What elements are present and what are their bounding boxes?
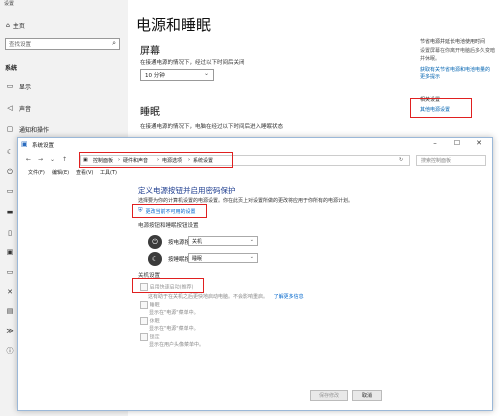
sleep-option-desc: 显示在"电源"菜单中。	[149, 310, 199, 316]
menu-edit[interactable]: 编辑(E)	[52, 169, 69, 176]
tip-link-2[interactable]: 更多提示	[420, 73, 440, 80]
power-icon: ⏻	[7, 167, 13, 176]
sleep-button-select[interactable]: 睡眠 ⌄	[188, 253, 258, 263]
lock-option-desc: 显示在用户头像菜单中。	[149, 342, 205, 348]
screen-timeout-select[interactable]: 10 分钟 ⌄	[140, 69, 214, 81]
sidebar-item-label: 显示	[19, 83, 32, 91]
home-icon: ⌂	[6, 22, 10, 29]
window-title: 设置	[4, 1, 15, 7]
hibernate-option-desc: 显示在"电源"菜单中。	[149, 326, 199, 332]
menu-view[interactable]: 查看(V)	[76, 169, 93, 176]
multitask-icon: ▣	[6, 248, 14, 256]
highlight-box-breadcrumb	[79, 152, 233, 168]
save-button[interactable]: 保存修改	[310, 390, 348, 401]
sleep-option-row[interactable]: 睡眠	[140, 301, 160, 309]
menu-file[interactable]: 文件(F)	[28, 169, 45, 176]
sidebar-group-title: 系统	[5, 65, 18, 72]
screen-timeout-value: 10 分钟	[145, 73, 165, 79]
sleep-heading: 睡眠	[140, 107, 160, 118]
cp-description: 选择要为你的计算机设置的电源设置。你在此页上对设置所做的更改将应用于你所有的电源…	[138, 198, 354, 204]
screen-description: 在接通电源的情况下，经过以下时间后关闭	[140, 60, 245, 66]
page-title: 电源和睡眠	[136, 16, 212, 34]
search-placeholder: 查找设置	[9, 42, 32, 48]
buttons-section-title: 电源按钮和睡眠按钮设置	[138, 223, 199, 229]
tip-title: 节省电源并延长电池使用时间	[420, 39, 486, 45]
chevron-down-icon[interactable]: ⌄	[50, 156, 55, 163]
chevron-down-icon: ⌄	[249, 254, 254, 260]
sidebar-item[interactable]: ◁ 声音	[6, 103, 31, 113]
tablet-icon: ▯	[8, 229, 12, 237]
battery-icon: ▭	[6, 187, 14, 195]
title-bar: ▣ 系统设置 – ☐ ✕	[18, 138, 492, 153]
fast-startup-desc: 这有助于在关机之后更快地启动电脑。不会影响重启。	[148, 294, 269, 300]
chevron-down-icon: ⌄	[203, 70, 209, 77]
cp-heading: 定义电源按钮并启用密码保护	[138, 186, 236, 195]
learn-more-link[interactable]: 了解更多信息	[274, 294, 304, 300]
home-label: 主页	[12, 23, 25, 30]
fast-startup-label: 启用快速启动(推荐)	[149, 284, 194, 291]
remote-icon: ≫	[6, 327, 14, 335]
moon-icon: ☾	[6, 148, 14, 156]
change-settings-row[interactable]: ⛨ 更改当前不可用的设置	[138, 207, 196, 215]
about-icon: ⓘ	[6, 347, 14, 355]
tip-text-2: 并休眠。	[420, 56, 441, 62]
storage-icon: ▬	[6, 208, 14, 216]
menu-tools[interactable]: 工具(T)	[100, 169, 117, 176]
cancel-button[interactable]: 取消	[352, 390, 382, 401]
monitor-icon: ▭	[6, 82, 14, 90]
screen-heading: 屏幕	[140, 46, 160, 57]
fast-startup-desc-row: 这有助于在关机之后更快地启动电脑。不会影响重启。 了解更多信息	[148, 293, 304, 300]
minimize-icon[interactable]: –	[424, 139, 446, 147]
power-button-value: 关机	[192, 239, 203, 245]
sidebar-home[interactable]: ⌂ 主页	[6, 21, 25, 30]
close-icon[interactable]: ✕	[468, 139, 490, 147]
chevron-down-icon: ⌄	[249, 237, 254, 243]
change-unavailable-settings-link[interactable]: 更改当前不可用的设置	[146, 208, 196, 215]
refresh-icon[interactable]: ↻	[399, 157, 403, 163]
tip-text-1: 设置屏幕在你离开电脑后多久变暗	[420, 48, 496, 54]
other-power-settings-link[interactable]: 其他电源设置	[420, 106, 450, 113]
power-button-select[interactable]: 关机 ⌄	[188, 236, 258, 246]
power-icon: ⏻	[148, 235, 162, 249]
shield-icon: ⛨	[138, 207, 143, 214]
lock-option-row[interactable]: 锁定	[140, 333, 160, 341]
maximize-icon[interactable]: ☐	[446, 139, 468, 147]
up-icon[interactable]: ↑	[62, 156, 67, 163]
settings-search-input[interactable]: 查找设置 ⌕	[5, 38, 120, 50]
sleep-checkbox[interactable]	[140, 301, 148, 309]
sidebar-item-label: 声音	[19, 105, 32, 113]
sleep-description: 在接通电源的情况下，电脑在经过以下时间后进入睡眠状态	[140, 124, 284, 130]
project-icon: ▭	[6, 268, 14, 276]
clipboard-icon: ▤	[6, 307, 14, 315]
lock-option-label: 锁定	[149, 334, 160, 341]
hibernate-option-row[interactable]: 休眠	[140, 317, 160, 325]
fast-startup-row[interactable]: 启用快速启动(推荐)	[140, 283, 194, 291]
moon-icon: ☾	[148, 252, 162, 266]
fast-startup-checkbox[interactable]	[140, 283, 148, 291]
sidebar-item[interactable]: ▢ 通知和操作	[6, 124, 49, 134]
search-icon: ⌕	[112, 39, 116, 47]
cp-search-placeholder: 搜索控制面板	[421, 158, 452, 164]
sidebar-item[interactable]: ▭ 显示	[6, 81, 31, 91]
speaker-icon: ◁	[7, 104, 13, 112]
sleep-option-label: 睡眠	[149, 302, 160, 309]
control-panel-icon: ▣	[21, 140, 28, 148]
control-panel-window: ▣ 系统设置 – ☐ ✕ ← → ⌄ ↑ ▣ 控制面板 › 硬件和声音 › 电源…	[17, 137, 493, 411]
sidebar-item-label: 通知和操作	[19, 126, 50, 134]
cp-search-input[interactable]: 搜索控制面板	[416, 155, 486, 166]
sleep-button-value: 睡眠	[192, 256, 203, 262]
back-icon[interactable]: ←	[26, 156, 31, 163]
window-title: 系统设置	[32, 143, 55, 149]
tip-link[interactable]: 获取有关节省电源和电池电量的	[420, 66, 490, 73]
notification-icon: ▢	[6, 125, 14, 133]
lock-checkbox[interactable]	[140, 333, 148, 341]
hibernate-option-label: 休眠	[149, 318, 160, 325]
hibernate-checkbox[interactable]	[140, 317, 148, 325]
shared-icon: ✕	[7, 288, 13, 296]
menu-bar: 文件(F) 编辑(E) 查看(V) 工具(T)	[18, 168, 492, 178]
forward-icon[interactable]: →	[38, 156, 43, 163]
